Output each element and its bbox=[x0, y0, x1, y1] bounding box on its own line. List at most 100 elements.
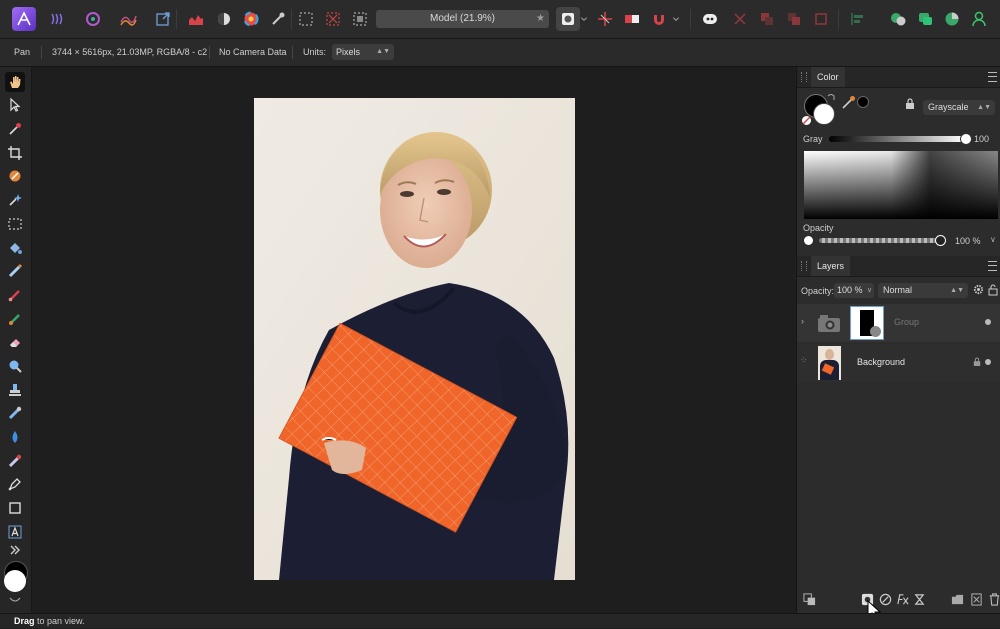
pie-icon[interactable] bbox=[940, 7, 964, 31]
lock-icon[interactable] bbox=[905, 98, 915, 110]
quick-mask-icon[interactable] bbox=[556, 7, 580, 31]
auto-colour-icon[interactable] bbox=[239, 7, 263, 31]
document-image[interactable] bbox=[254, 98, 575, 580]
view-tool-hand-icon[interactable] bbox=[5, 72, 25, 92]
colour-box[interactable] bbox=[804, 151, 998, 219]
colour-mode-select[interactable]: Grayscale ▲▼ bbox=[923, 100, 995, 115]
opacity-value[interactable]: 100 % bbox=[955, 236, 981, 246]
fx-layer-icon[interactable] bbox=[895, 592, 909, 606]
layer-name[interactable]: Background bbox=[857, 357, 905, 367]
layer-name[interactable]: Group bbox=[894, 317, 919, 327]
add-group-folder-icon[interactable] bbox=[950, 592, 964, 606]
export-persona-icon[interactable] bbox=[151, 7, 175, 31]
paint-mixer-brush-tool-icon[interactable] bbox=[5, 309, 25, 329]
lock-icon[interactable] bbox=[988, 284, 998, 296]
arrange-back-icon[interactable] bbox=[809, 7, 833, 31]
auto-levels-icon[interactable] bbox=[212, 7, 236, 31]
marquee-tool-icon[interactable] bbox=[5, 214, 25, 234]
deselect-icon[interactable] bbox=[321, 7, 345, 31]
flood-select-tool-icon[interactable] bbox=[5, 190, 25, 210]
lock-icon[interactable] bbox=[973, 357, 981, 367]
document-title-field[interactable]: Model (21.9%) ★ bbox=[376, 10, 549, 28]
tone-mapping-persona-icon[interactable] bbox=[116, 7, 140, 31]
layer-visibility-dot[interactable] bbox=[985, 359, 991, 365]
context-toolbar: Pan 3744 × 5616px, 21.03MP, RGBA/8 - c2 … bbox=[0, 39, 1000, 67]
affinity-photo-logo-icon[interactable] bbox=[12, 7, 36, 31]
dodge-brush-tool-icon[interactable] bbox=[5, 356, 25, 376]
move-tool-icon[interactable] bbox=[5, 95, 25, 115]
clone-brush-tool-icon[interactable] bbox=[5, 380, 25, 400]
rectangle-tool-icon[interactable] bbox=[5, 498, 25, 518]
colour-picker-icon[interactable] bbox=[841, 94, 857, 110]
chevron-down-icon[interactable]: ∨ bbox=[990, 235, 996, 244]
auto-white-balance-icon[interactable] bbox=[266, 7, 290, 31]
layer-mask-thumbnail[interactable] bbox=[850, 306, 884, 340]
chevron-down-icon[interactable] bbox=[670, 7, 682, 31]
blemish-removal-tool-icon[interactable] bbox=[5, 403, 25, 423]
force-pixel-alignment-icon[interactable] bbox=[620, 7, 644, 31]
tab-layers[interactable]: Layers bbox=[811, 256, 851, 276]
units-select[interactable]: Pixels ▲▼ bbox=[332, 44, 394, 60]
text-tool-icon[interactable] bbox=[5, 522, 25, 542]
chevron-down-icon[interactable] bbox=[578, 7, 590, 31]
colour-picker-tool-icon[interactable] bbox=[5, 119, 25, 139]
layer-effects-panel-icon[interactable] bbox=[802, 592, 816, 606]
opacity-slider-track[interactable] bbox=[819, 238, 939, 243]
blur-brush-tool-icon[interactable] bbox=[5, 427, 25, 447]
paint-brush-tool-icon[interactable] bbox=[5, 285, 25, 305]
no-colour-icon[interactable] bbox=[802, 116, 811, 125]
live-filter-icon[interactable] bbox=[912, 592, 926, 606]
snapping-icon[interactable] bbox=[593, 7, 617, 31]
magnet-icon[interactable] bbox=[647, 7, 671, 31]
layer-opacity-value: 100 % bbox=[837, 285, 863, 295]
more-tools-icon[interactable] bbox=[5, 543, 25, 557]
primary-colour-swatch[interactable] bbox=[4, 570, 26, 592]
studio-chat-icon[interactable] bbox=[913, 7, 937, 31]
color-panel-header: Color bbox=[797, 67, 1000, 88]
add-pixel-layer-icon[interactable] bbox=[969, 592, 983, 606]
align-icon[interactable] bbox=[846, 7, 870, 31]
swap-colours-icon[interactable] bbox=[826, 93, 836, 103]
picked-colour-swatch[interactable] bbox=[857, 96, 869, 108]
assistant-icon[interactable] bbox=[698, 7, 722, 31]
invert-selection-icon[interactable] bbox=[348, 7, 372, 31]
crop-tool-icon[interactable] bbox=[5, 143, 25, 163]
layer-row-group[interactable]: › Group bbox=[797, 304, 1000, 342]
fill-colour-swatch-front[interactable] bbox=[813, 103, 835, 125]
pixel-brush-tool-icon[interactable] bbox=[5, 261, 25, 281]
gray-value[interactable]: 100 bbox=[974, 134, 989, 144]
panel-menu-icon[interactable] bbox=[988, 261, 997, 271]
delete-layer-trash-icon[interactable] bbox=[987, 592, 1000, 606]
selection-all-icon[interactable] bbox=[294, 7, 318, 31]
arrange-backward-icon[interactable] bbox=[782, 7, 806, 31]
erase-brush-tool-icon[interactable] bbox=[5, 332, 25, 352]
arrange-front-icon[interactable] bbox=[728, 7, 752, 31]
selection-brush-tool-icon[interactable] bbox=[5, 166, 25, 186]
develop-persona-icon[interactable] bbox=[81, 7, 105, 31]
user-icon[interactable] bbox=[967, 7, 991, 31]
chevron-right-icon[interactable]: › bbox=[801, 316, 804, 326]
gray-slider-handle[interactable] bbox=[960, 133, 972, 145]
gear-icon[interactable] bbox=[973, 284, 984, 295]
tab-color[interactable]: Color bbox=[811, 67, 845, 87]
smudge-brush-tool-icon[interactable] bbox=[5, 451, 25, 471]
star-icon[interactable]: ★ bbox=[536, 10, 545, 28]
panel-grip-icon[interactable] bbox=[801, 261, 807, 271]
panel-grip-icon[interactable] bbox=[801, 72, 807, 82]
swap-colours-icon[interactable] bbox=[9, 594, 21, 602]
blend-mode-select[interactable]: Normal ▲▼ bbox=[878, 283, 968, 298]
opacity-slider-handle[interactable] bbox=[935, 235, 946, 246]
layer-row-background[interactable]: ⁘ Background bbox=[797, 344, 1000, 382]
histogram-icon[interactable] bbox=[184, 7, 208, 31]
opacity-label: Opacity bbox=[803, 223, 834, 233]
gray-slider-track[interactable] bbox=[829, 136, 965, 142]
arrange-forward-icon[interactable] bbox=[755, 7, 779, 31]
layer-thumbnail[interactable] bbox=[818, 346, 841, 380]
liquify-persona-icon[interactable] bbox=[46, 7, 70, 31]
panel-menu-icon[interactable] bbox=[988, 72, 997, 82]
studio-link-icon[interactable] bbox=[886, 7, 910, 31]
flood-fill-tool-icon[interactable] bbox=[5, 238, 25, 258]
layer-visibility-dot[interactable] bbox=[985, 319, 991, 325]
layer-opacity-field[interactable]: 100 % ∨ bbox=[834, 283, 874, 298]
pen-tool-icon[interactable] bbox=[5, 474, 25, 494]
